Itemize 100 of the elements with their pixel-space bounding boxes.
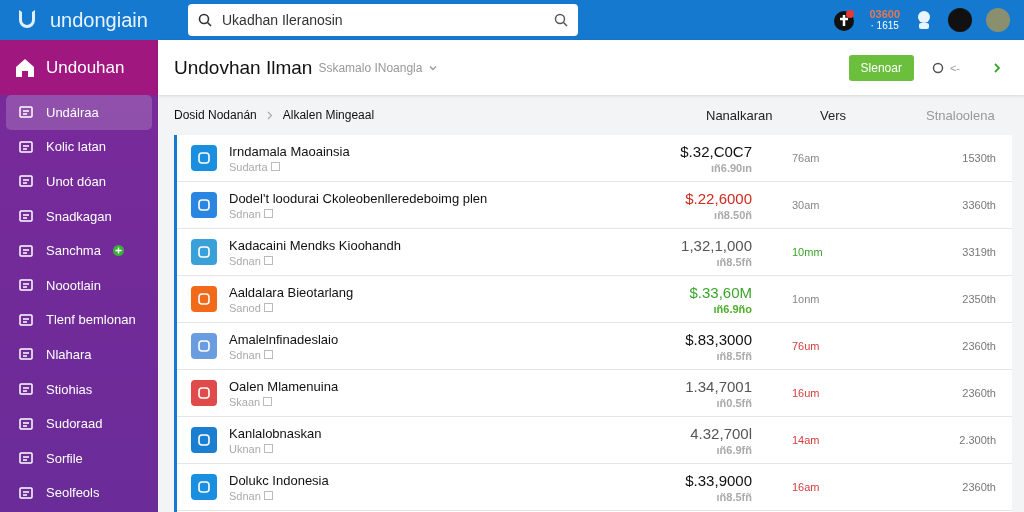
- time-text: 16um: [791, 387, 821, 399]
- document-icon: [263, 397, 273, 406]
- value-text: 2360th: [961, 387, 996, 399]
- menu-item-icon: [18, 104, 34, 121]
- item-name: Irndamala Maoainsia: [229, 143, 351, 159]
- amount: $.83,3000: [685, 330, 752, 348]
- time-text: 76am: [791, 152, 821, 164]
- item-name: Dodel't loodurai Ckoleobenlleredeboimg plen: [229, 190, 489, 206]
- time-text: 1onm: [791, 293, 821, 305]
- item-name: Oalen Mlamenuina: [229, 378, 340, 394]
- list-row[interactable]: Kadacaini Mendks Kioohandh Sdnan 1,32,1,000 ıñ8.5fñ 10mm 3319th: [177, 229, 1012, 276]
- amount: 4.32,700l: [690, 424, 752, 442]
- time-text: 30am: [791, 199, 821, 211]
- item-name: Aaldalara Bieotarlang: [229, 284, 355, 300]
- circle-icon[interactable]: [931, 61, 944, 74]
- document-icon: [263, 209, 273, 218]
- notification-count: 03600: [869, 8, 900, 20]
- menu-item-icon: [18, 484, 34, 501]
- plus-badge-icon: [112, 245, 124, 257]
- item-subtitle: Sudarta: [229, 160, 650, 173]
- time-text: 76um: [791, 340, 821, 352]
- time-text: 14am: [791, 434, 821, 446]
- notification-icon[interactable]: [833, 9, 856, 31]
- arrow-right-icon[interactable]: [992, 61, 1002, 74]
- item-subtitle: Sdnan: [229, 207, 650, 220]
- item-name: Dolukc Indonesia: [229, 472, 330, 488]
- sidebar-item[interactable]: Snadkagan: [6, 198, 152, 234]
- item-subtitle: Sdnan: [229, 489, 650, 502]
- sidebar-item[interactable]: Unot dóan: [6, 164, 152, 199]
- document-icon: [270, 162, 280, 171]
- list-row[interactable]: Dodel't loodurai Ckoleobenlleredeboimg plen Sdnan $.22,6000 ıñ8.50ñ 30am 3360th: [177, 182, 1012, 229]
- menu-item-icon: [18, 277, 34, 294]
- item-subtitle: Sdnan: [229, 348, 650, 361]
- amount: $.22,6000: [685, 189, 752, 207]
- document-icon: [263, 256, 273, 265]
- value-text: 1530th: [961, 152, 996, 164]
- value-text: 2.300th: [958, 434, 996, 446]
- list-row[interactable]: Oalen Mlamenuina Skaan 1.34,7001 ıñ0.5fñ 16um 2360th: [177, 370, 1012, 417]
- document-icon: [263, 303, 273, 312]
- sidebar-item[interactable]: Sudoraad: [6, 406, 152, 441]
- amount-subtext: ıñ6.9fñ: [716, 443, 752, 456]
- sidebar-item[interactable]: Undálraa: [6, 95, 152, 130]
- amount-subtext: ıñ8.50ñ: [714, 208, 752, 221]
- amount: $.32,C0C7: [680, 142, 752, 160]
- item-name: Amalelnfinadeslaio: [229, 331, 340, 347]
- search-field[interactable]: Ukadhan Ileranosin: [188, 4, 578, 36]
- search-icon[interactable]: [554, 13, 568, 27]
- menu-item-icon: [18, 208, 34, 225]
- menu-item-icon: [18, 242, 34, 259]
- value-text: 2360th: [961, 481, 996, 493]
- menu-item-icon: [18, 311, 34, 328]
- amount-subtext: ıñ0.5fñ: [716, 396, 752, 409]
- item-subtitle: Uknan: [229, 442, 650, 455]
- item-subtitle: Skaan: [229, 395, 650, 408]
- list-row[interactable]: Aaldalara Bieotarlang Sanod $.33,60M ıñ6.9ño 1onm 2350th: [177, 276, 1012, 323]
- breadcrumb-current: Alkalen Mingeaal: [282, 108, 375, 122]
- item-subtitle: Sanod: [229, 301, 650, 314]
- menu-item-icon: [18, 138, 34, 155]
- column-header[interactable]: Vers: [796, 107, 926, 123]
- sidebar-item[interactable]: Noootlain: [6, 267, 152, 303]
- menu-item-icon: [18, 381, 34, 398]
- column-header[interactable]: Nanalkaran: [706, 107, 796, 123]
- menu-item-icon: [18, 173, 34, 190]
- sidebar-title: Undouhan: [46, 57, 125, 78]
- list-row[interactable]: Kanlalobnaskan Uknan 4.32,700l ıñ6.9fñ 14am 2.300th: [177, 417, 1012, 464]
- brand-name: undongiain: [50, 8, 149, 32]
- time-text: 10mm: [791, 246, 824, 258]
- menu-item-icon: [18, 346, 34, 363]
- item-subtitle: Sdnan: [229, 254, 650, 267]
- amount: 1.34,7001: [685, 377, 752, 395]
- sidebar-item[interactable]: Sorfile: [6, 440, 152, 476]
- sidebar-item[interactable]: Kolic latan: [6, 129, 152, 165]
- amount: $.33,9000: [685, 471, 752, 489]
- page-title: Undovhan Ilman: [174, 56, 313, 79]
- sidebar-item[interactable]: Tlenf bemlonan: [6, 302, 152, 338]
- sidebar-item[interactable]: Nlahara: [6, 337, 152, 372]
- sidebar-item[interactable]: Seolfeols: [6, 475, 152, 511]
- document-icon: [263, 350, 273, 359]
- amount-subtext: ıñ6.9ño: [713, 302, 752, 315]
- item-name: Kanlalobnaskan: [229, 425, 323, 441]
- amount-subtext: ıñ8.5fñ: [716, 255, 752, 268]
- document-icon: [263, 491, 273, 500]
- list-row[interactable]: Amalelnfinadeslaio Sdnan $.83,3000 ıñ8.5fñ 76um 2360th: [177, 323, 1012, 370]
- breadcrumb-link[interactable]: Dosid Nodanán: [174, 108, 257, 122]
- time-text: 16am: [791, 481, 821, 493]
- amount-subtext: ıñ6.90ın: [711, 161, 752, 174]
- document-icon: [263, 444, 273, 453]
- amount: 1,32,1,000: [681, 236, 752, 254]
- list-row[interactable]: Dolukc Indonesia Sdnan $.33,9000 ıñ8.5fñ 16am 2360th: [177, 464, 1012, 511]
- list-row[interactable]: Irndamala Maoainsia Sudarta $.32,C0C7 ıñ6.90ın 76am 1530th: [177, 135, 1012, 182]
- sidebar-item[interactable]: Sanchma: [6, 233, 152, 268]
- sidebar-item[interactable]: Stiohias: [6, 371, 152, 407]
- value-text: 2350th: [961, 293, 996, 305]
- notification-subtext: · 1615: [870, 20, 899, 32]
- value-text: 3319th: [961, 246, 996, 258]
- value-text: 2360th: [961, 340, 996, 352]
- value-text: 3360th: [961, 199, 996, 211]
- house-icon: [14, 56, 36, 79]
- amount: $.33,60M: [689, 283, 752, 301]
- amount-subtext: ıñ8.5fñ: [716, 490, 752, 503]
